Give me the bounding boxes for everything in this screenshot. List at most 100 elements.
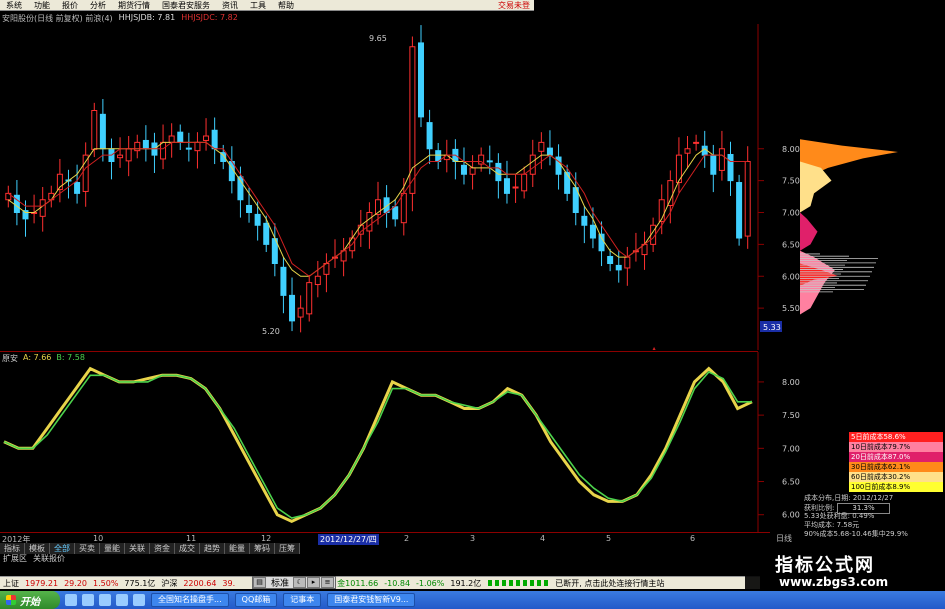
index-ticker[interactable]: 上证 1979.21 29.20 1.50% 775.1亿 沪深 2200.64…	[0, 576, 760, 589]
watermark-url: www.zbgs3.com	[779, 575, 889, 589]
menu-icon[interactable]: ≡	[321, 577, 335, 588]
cost-legend-row: 100日前成本8.9%	[849, 482, 943, 492]
sz-index-truncated: 39.	[222, 578, 236, 588]
high-annotation: 9.65	[369, 34, 387, 43]
tab-trade[interactable]: 买卖	[75, 543, 100, 554]
stock-title: 安阳股份(日线 前复权) 前浪(4)	[2, 14, 113, 23]
ma2-value: HHJSJDC: 7.82	[181, 13, 238, 22]
sh-index-amount: 775.1亿	[124, 578, 156, 588]
menu-item-tools[interactable]: 工具	[244, 0, 272, 11]
task-qqmail[interactable]: QQ邮箱	[234, 593, 278, 607]
menu-item-analysis[interactable]: 分析	[84, 0, 112, 11]
cost-info-panel: 成本分布,日期: 2012/12/27 获利比例: 31.3% 5.33处获利盘:…	[804, 494, 944, 539]
task-notepad[interactable]: 记事本	[283, 593, 322, 607]
price-axis-label: 7.00	[782, 209, 800, 218]
cost-legend-row: 10日前成本79.7%	[849, 442, 943, 452]
quicklaunch-app-icon[interactable]	[99, 594, 111, 606]
tab-energy[interactable]: 能量	[225, 543, 250, 554]
profit-label: 获利比例:	[804, 504, 835, 512]
zx-index-amount: 191.2亿	[450, 578, 482, 588]
start-button[interactable]: 开始	[0, 591, 60, 609]
price-axis-label: 6.50	[782, 240, 800, 249]
stock-info-line: 安阳股份(日线 前复权) 前浪(4) HHJSJDB: 7.81 HHJSJDC…	[2, 13, 238, 24]
date-label: 3	[470, 534, 476, 543]
sh-index-label: 上证	[3, 578, 19, 588]
tab-fund[interactable]: 资金	[150, 543, 175, 554]
quicklaunch-folder-icon[interactable]	[133, 594, 145, 606]
cost-dist-label: 成本分布,日期:	[804, 494, 851, 502]
low-annotation: 5.20	[262, 327, 280, 336]
tab-volume[interactable]: 量能	[100, 543, 125, 554]
date-label: 11	[186, 534, 197, 543]
menu-item-function[interactable]: 功能	[28, 0, 56, 11]
sz-index-label: 沪深	[161, 578, 178, 588]
ma1-value: HHJSJDB: 7.81	[118, 13, 176, 22]
site-watermark: 指标公式网 www.zbgs3.com	[745, 545, 945, 591]
menu-item-service[interactable]: 国泰君安服务	[156, 0, 216, 11]
connection-status[interactable]: 已断开, 点击此处连接行情主站	[552, 578, 667, 589]
price-axis-label: 5.50	[782, 304, 800, 313]
tab-all[interactable]: 全部	[50, 543, 75, 554]
indicator-axis-label: 8.00	[782, 378, 800, 387]
volume-bars	[488, 580, 549, 586]
cost-legend-row: 30日前成本62.1%	[849, 462, 943, 472]
main-price-chart[interactable]: 8.007.507.006.506.005.50 9.65 5.20 5.33 …	[0, 24, 945, 350]
candlestick	[736, 174, 743, 246]
indicator-b-line	[3, 371, 752, 519]
date-label: 4	[540, 534, 546, 543]
menu-bar: 系统 功能 报价 分析 期货行情 国泰君安服务 资讯 工具 帮助 交易未登	[0, 0, 534, 11]
quicklaunch-desktop-icon[interactable]	[82, 594, 94, 606]
extension-tabs: 扩展区 关联报价	[0, 554, 68, 564]
standard-icon[interactable]: ▤	[253, 577, 266, 588]
current-date-label: 2012/12/27/四	[318, 534, 379, 545]
cost-dist-date: 2012/12/27	[852, 494, 894, 502]
zx-index-value: 金1011.66	[337, 578, 379, 588]
tab-pressure[interactable]: 压筹	[275, 543, 300, 554]
menu-item-help[interactable]: 帮助	[272, 0, 300, 11]
period-label[interactable]: 日线	[776, 533, 792, 544]
sz-index-value: 2200.64	[183, 578, 217, 588]
task-trading-app[interactable]: 国泰君安钱智新V9...	[327, 593, 416, 607]
task-browser[interactable]: 全国知名操盘手...	[151, 593, 229, 607]
indicator-tabs: 指标 模板 全部 买卖 量能 关联 资金 成交 趋势 能量 筹码 压筹	[0, 543, 300, 554]
play-icon[interactable]: ▸	[307, 577, 321, 588]
moon-icon[interactable]: ☾	[293, 577, 307, 588]
price-axis-label: 7.50	[782, 177, 800, 186]
quicklaunch-media-icon[interactable]	[116, 594, 128, 606]
date-axis: 2012年 10 11 12 2012/12/27/四 2 3 4 5 6	[0, 532, 770, 545]
standard-toolbar: ▤ 标准 ☾ ▸ ≡	[252, 576, 337, 589]
windows-logo-icon	[6, 595, 16, 605]
profit-at-value: 0.49%	[852, 512, 875, 520]
menu-item-quote[interactable]: 报价	[56, 0, 84, 11]
indicator-axis-label: 7.00	[782, 444, 800, 453]
menu-item-news[interactable]: 资讯	[216, 0, 244, 11]
zx-index-pct: -1.06%	[416, 578, 445, 588]
tab-deal[interactable]: 成交	[175, 543, 200, 554]
up-arrow-icon: ▲	[651, 345, 658, 350]
start-label: 开始	[20, 596, 40, 608]
menu-item-system[interactable]: 系统	[0, 0, 28, 11]
trade-status[interactable]: 交易未登	[498, 0, 534, 11]
indicator-a-line	[3, 366, 753, 524]
sh-index-value: 1979.21	[25, 578, 59, 588]
tab-related-quote[interactable]: 关联报价	[30, 554, 68, 564]
indicator-axis-label: 6.00	[782, 511, 800, 520]
date-label: 2	[404, 534, 410, 543]
tab-indicator[interactable]: 指标	[0, 543, 25, 554]
profit-at-label: 5.33处获利盘:	[804, 512, 850, 520]
tab-chips[interactable]: 筹码	[250, 543, 275, 554]
windows-taskbar: 开始 全国知名操盘手... QQ邮箱 记事本 国泰君安钱智新V9...	[0, 591, 945, 609]
sh-index-pct: 1.50%	[93, 578, 119, 588]
quicklaunch-ie-icon[interactable]	[65, 594, 77, 606]
indicator-axis-label: 7.50	[782, 411, 800, 420]
date-label: 12	[261, 534, 272, 543]
cost-legend-row: 20日前成本87.0%	[849, 452, 943, 462]
tab-related[interactable]: 关联	[125, 543, 150, 554]
tab-extension[interactable]: 扩展区	[0, 554, 30, 564]
cost-legend: 5日前成本58.6% 10日前成本79.7% 20日前成本87.0% 30日前成…	[849, 432, 943, 492]
current-price-marker: 5.33	[763, 323, 781, 332]
menu-item-futures[interactable]: 期货行情	[112, 0, 156, 11]
tab-trend[interactable]: 趋势	[200, 543, 225, 554]
standard-button[interactable]: 标准	[267, 576, 293, 589]
tab-template[interactable]: 模板	[25, 543, 50, 554]
